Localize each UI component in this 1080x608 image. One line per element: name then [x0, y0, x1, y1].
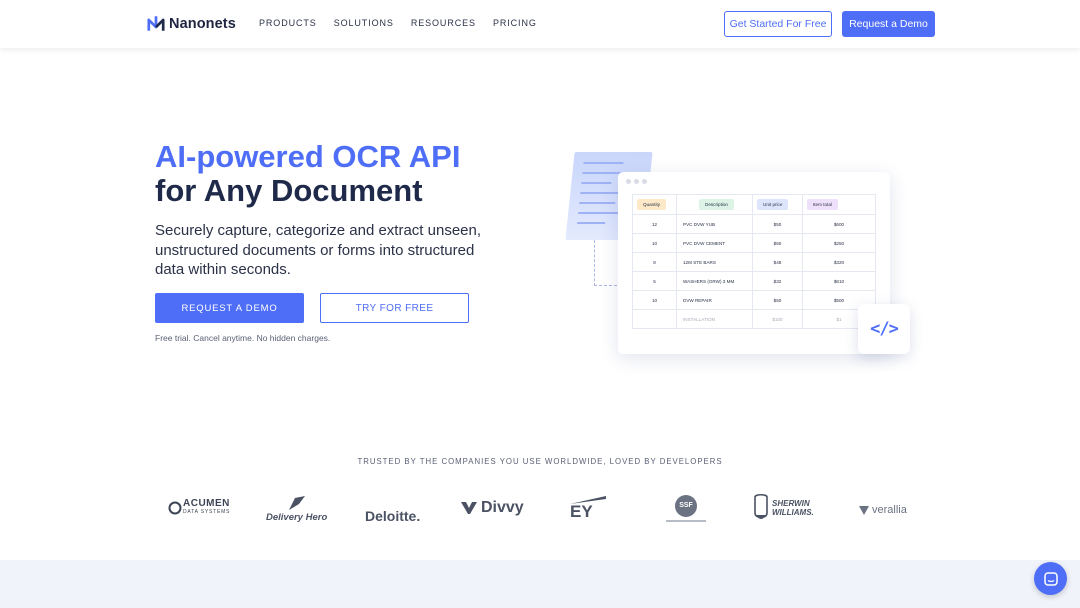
chat-icon [1043, 571, 1058, 586]
hero-title-line1: AI-powered OCR API [155, 139, 461, 174]
brand-name: Nanonets [169, 15, 236, 32]
hero-title-line2: for Any Document [155, 173, 423, 208]
divvy-mark-icon [461, 502, 477, 514]
menu-item-pricing[interactable]: PRICING [493, 18, 537, 28]
delivery-hero-mark-icon [288, 495, 305, 510]
sherwin-williams-mark-icon [754, 493, 768, 519]
divvy-logo: Divvy [460, 488, 524, 528]
col-header: Unit price [757, 199, 789, 210]
col-header: Quantity [637, 199, 667, 210]
hero-subtitle: Securely capture, categorize and extract… [155, 222, 482, 278]
ocr-illustration: Quantity Description Unit price Item tot… [560, 148, 920, 368]
delivery-hero-logo: Delivery Hero [266, 488, 327, 528]
acumen-mark-icon [168, 501, 182, 515]
col-header: Item total [807, 199, 838, 210]
table-row: 10 PVC DVW CEMENT $60 $250 [632, 233, 876, 253]
chat-launcher-button[interactable] [1034, 562, 1067, 595]
menu-item-solutions[interactable]: SOLUTIONS [334, 18, 394, 28]
top-navbar: Nanonets PRODUCTS SOLUTIONS RESOURCES PR… [0, 0, 1080, 48]
get-started-button[interactable]: Get Started For Free [724, 11, 832, 37]
next-section-band [0, 560, 1080, 608]
trusted-heading: TRUSTED BY THE COMPANIES YOU USE WORLDWI… [357, 457, 723, 466]
page: Nanonets PRODUCTS SOLUTIONS RESOURCES PR… [0, 0, 1080, 608]
code-icon: </> [858, 304, 910, 354]
table-row: 10 DVW REPAIR $50 $500 [632, 290, 876, 310]
hero-title: AI-powered OCR API for Any Document [155, 140, 460, 208]
verallia-logo: verallia [858, 490, 907, 530]
table-row: 12 PVC DVW YUB $50 $600 [632, 214, 876, 234]
deloitte-logo: Deloitte. [365, 508, 421, 524]
ssf-logo: SSF [666, 488, 706, 528]
sherwin-williams-logo: SHERWIN WILLIAMS. [752, 488, 816, 528]
col-header: Description [699, 199, 734, 210]
verallia-mark-icon [859, 506, 869, 515]
extracted-table-card: Quantity Description Unit price Item tot… [618, 172, 890, 354]
request-demo-nav-button[interactable]: Request a Demo [842, 11, 935, 37]
window-dots [626, 179, 647, 184]
try-for-free-button[interactable]: TRY FOR FREE [320, 293, 469, 323]
free-trial-note: Free trial. Cancel anytime. No hidden ch… [155, 333, 331, 343]
brand-logo[interactable]: Nanonets [147, 14, 236, 33]
request-demo-button[interactable]: REQUEST A DEMO [155, 293, 304, 323]
customer-logos: ACUMEN DATA SYSTEMS Delivery Hero Deloit… [160, 488, 920, 532]
table-header-row: Quantity Description Unit price Item tot… [632, 194, 876, 215]
table-row: INSTALLATION $100 $1 [632, 309, 876, 329]
menu-item-products[interactable]: PRODUCTS [259, 18, 317, 28]
extracted-table: Quantity Description Unit price Item tot… [632, 194, 876, 329]
ey-logo: EY [570, 488, 606, 528]
acumen-logo: ACUMEN DATA SYSTEMS [168, 488, 230, 528]
nanonets-logo-icon [147, 16, 165, 31]
table-row: 5 WASHERS (GRW) 3 MM $32 $610 [632, 271, 876, 291]
menu-item-resources[interactable]: RESOURCES [411, 18, 476, 28]
table-row: 8 12M STE BARS $48 $320 [632, 252, 876, 272]
main-menu: PRODUCTS SOLUTIONS RESOURCES PRICING [259, 18, 537, 28]
